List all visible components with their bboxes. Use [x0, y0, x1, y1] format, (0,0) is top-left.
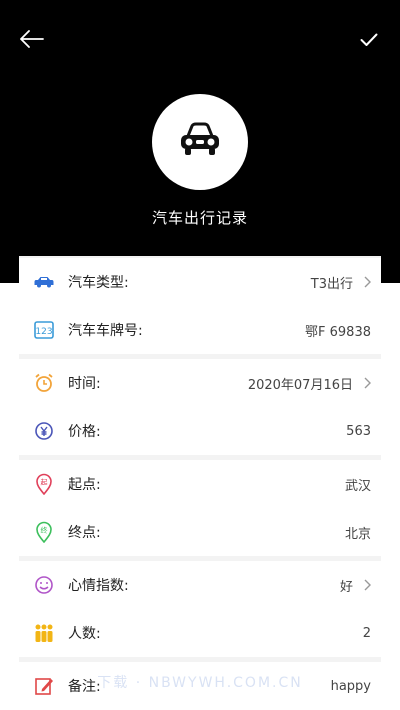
row-value: 563 — [346, 423, 371, 439]
arrow-left-icon — [20, 30, 44, 52]
back-button[interactable] — [18, 30, 46, 52]
row-time[interactable]: 时间: 2020年07月16日 — [19, 359, 381, 407]
chevron-right-icon — [357, 276, 371, 288]
svg-text:123: 123 — [35, 327, 52, 337]
row-value: 2 — [362, 625, 371, 641]
card-note: 备注: happy — [19, 662, 381, 710]
header: 汽车出行记录 — [0, 0, 400, 283]
card-route: 起 起点: 武汉 终 终点: 北京 — [19, 460, 381, 556]
svg-text:起: 起 — [41, 479, 48, 487]
number-123-icon: 123 — [33, 319, 55, 341]
end-pin-icon: 终 — [33, 521, 55, 543]
row-label: 人数: — [68, 626, 101, 642]
row-value: 2020年07月16日 — [247, 377, 353, 393]
row-note[interactable]: 备注: happy — [19, 662, 381, 710]
row-end[interactable]: 终 终点: 北京 — [19, 508, 381, 556]
row-price[interactable]: 价格: 563 — [19, 407, 381, 455]
car-icon — [178, 122, 222, 162]
row-car-type[interactable]: 汽车类型: T3出行 — [19, 258, 381, 306]
row-value: 北京 — [344, 526, 371, 542]
page-title: 汽车出行记录 — [151, 209, 248, 227]
row-label: 起点: — [68, 477, 101, 493]
row-plate-number[interactable]: 123 汽车车牌号: 鄂F 69838 — [19, 306, 381, 354]
svg-text:终: 终 — [41, 526, 48, 535]
people-icon — [33, 622, 55, 644]
row-value: 鄂F 69838 — [305, 324, 371, 340]
record-list: 汽车类型: T3出行 123 汽车车牌号: 鄂F 69838 时间: 2020年… — [19, 256, 381, 710]
start-pin-icon: 起 — [33, 473, 55, 495]
check-icon — [360, 32, 378, 51]
car-small-icon — [33, 271, 55, 293]
row-value: happy — [330, 678, 371, 694]
card-car-info: 汽车类型: T3出行 123 汽车车牌号: 鄂F 69838 — [19, 258, 381, 354]
card-mood-people: 心情指数: 好 人数: 2 — [19, 561, 381, 657]
confirm-button[interactable] — [358, 30, 380, 52]
row-label: 汽车车牌号: — [68, 323, 143, 339]
chevron-right-icon — [357, 377, 371, 389]
row-mood[interactable]: 心情指数: 好 — [19, 561, 381, 609]
row-value: T3出行 — [310, 276, 353, 292]
row-label: 价格: — [68, 424, 101, 440]
row-label: 终点: — [68, 525, 101, 541]
yen-coin-icon — [33, 420, 55, 442]
row-people[interactable]: 人数: 2 — [19, 609, 381, 657]
row-value: 好 — [339, 579, 353, 595]
chevron-right-icon — [357, 579, 371, 591]
row-label: 备注: — [68, 679, 101, 695]
row-label: 时间: — [68, 376, 101, 392]
row-start[interactable]: 起 起点: 武汉 — [19, 460, 381, 508]
note-pen-icon — [33, 675, 55, 697]
card-time-price: 时间: 2020年07月16日 价格: 563 — [19, 359, 381, 455]
row-value: 武汉 — [344, 478, 371, 494]
row-label: 心情指数: — [68, 578, 129, 594]
row-label: 汽车类型: — [68, 275, 129, 291]
avatar — [152, 94, 248, 190]
alarm-clock-icon — [33, 372, 55, 394]
smiley-icon — [33, 574, 55, 596]
